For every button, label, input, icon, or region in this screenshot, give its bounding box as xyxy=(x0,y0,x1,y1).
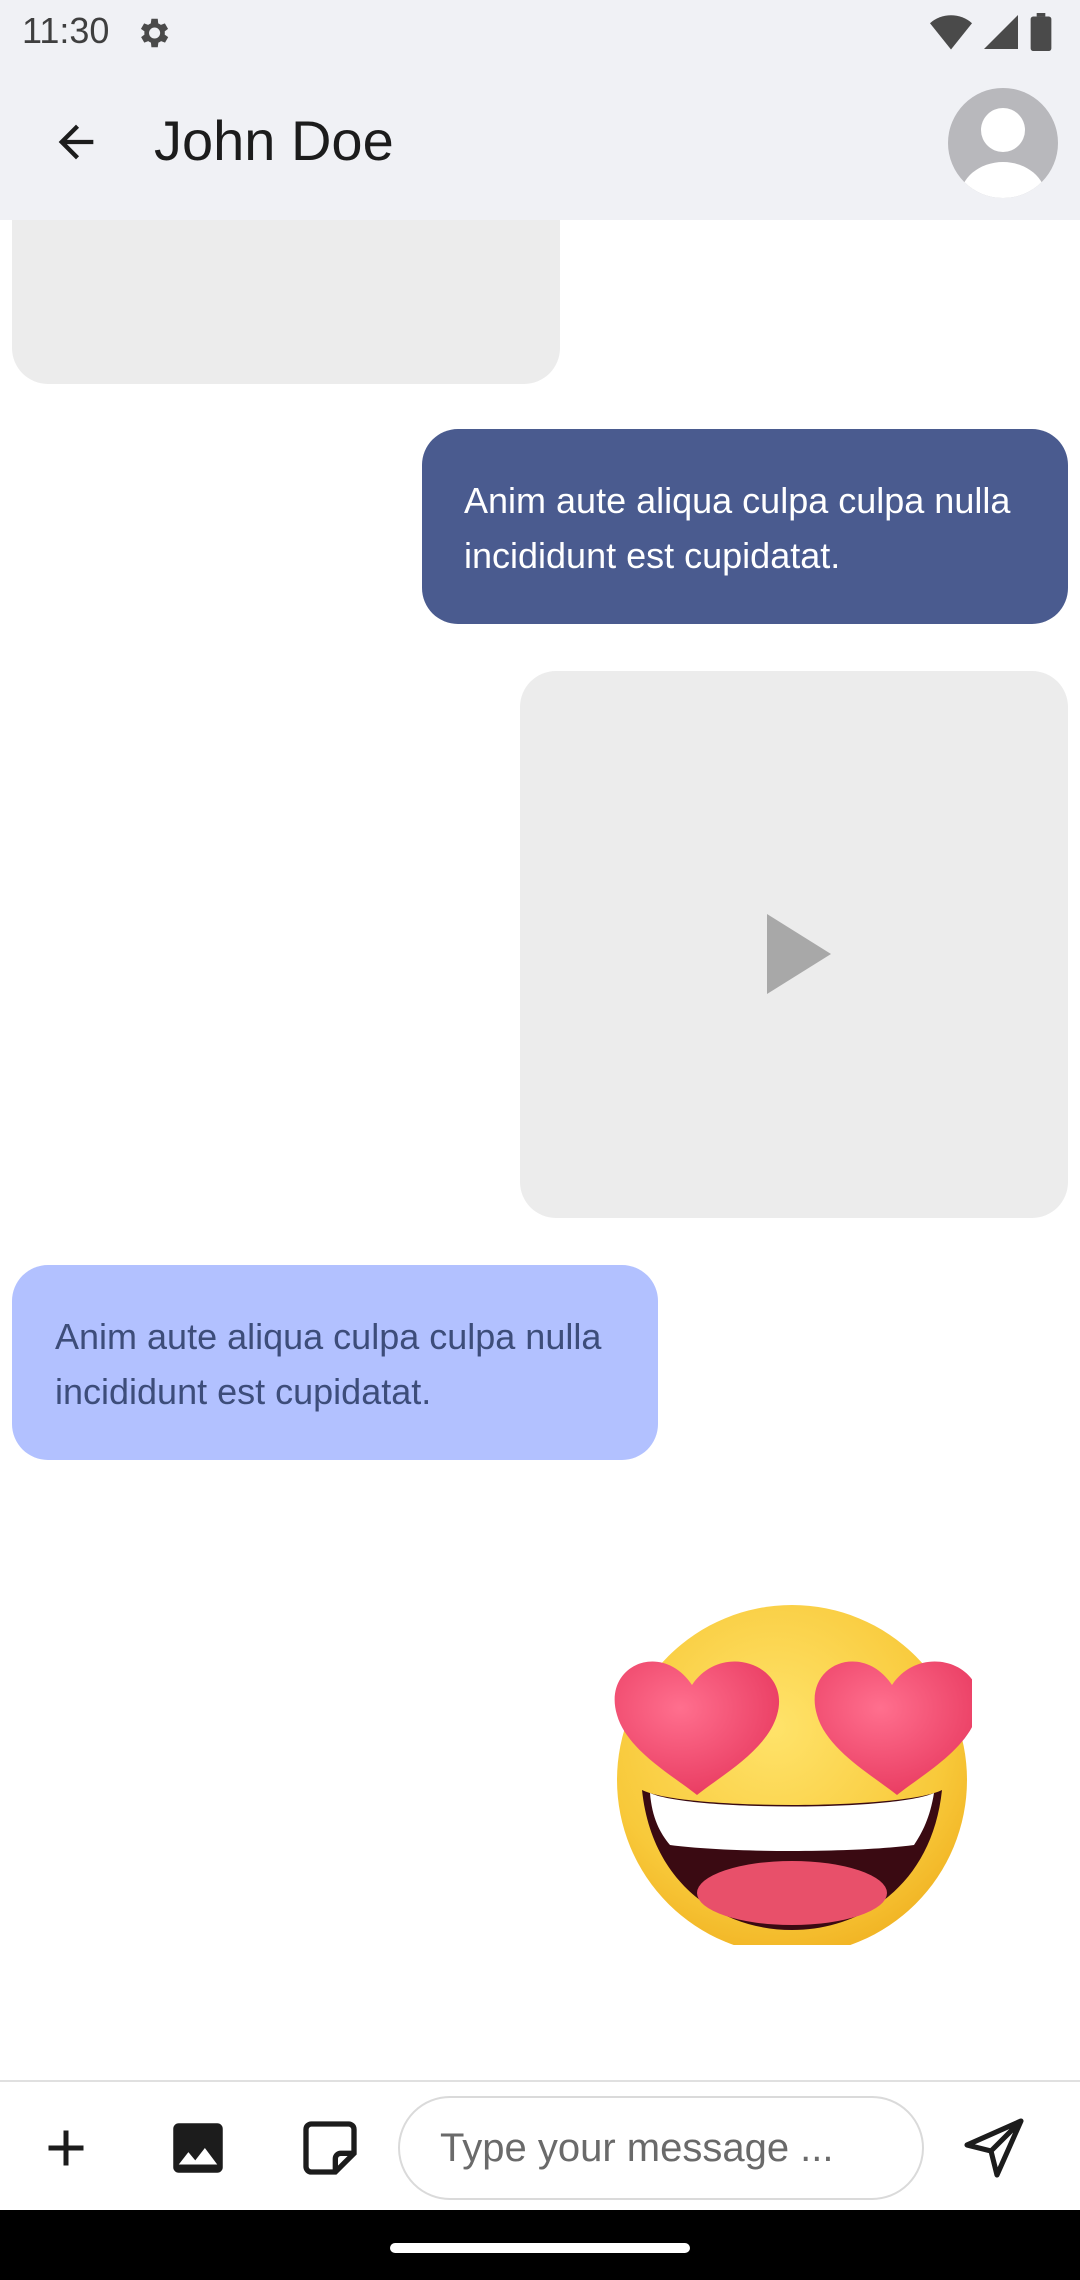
person-avatar-icon xyxy=(960,108,1046,198)
navigation-bar xyxy=(0,2210,1080,2280)
message-input[interactable] xyxy=(398,2096,924,2200)
status-bar: 11:30 xyxy=(0,0,1080,66)
send-icon xyxy=(964,2118,1024,2178)
add-button[interactable] xyxy=(30,2112,102,2184)
outgoing-message[interactable]: Anim aute aliqua culpa culpa nulla incid… xyxy=(422,429,1068,624)
message-list[interactable]: Anim aute aliqua culpa culpa nulla incid… xyxy=(0,220,1080,2080)
play-icon[interactable] xyxy=(767,914,831,994)
home-handle[interactable] xyxy=(390,2243,690,2253)
back-button[interactable] xyxy=(44,110,108,174)
image-message[interactable] xyxy=(12,220,560,384)
avatar[interactable] xyxy=(948,88,1058,198)
message-text: Anim aute aliqua culpa culpa nulla incid… xyxy=(464,480,1011,576)
sticker-icon xyxy=(303,2121,357,2175)
page-title: John Doe xyxy=(154,109,394,172)
app-bar: John Doe xyxy=(0,66,1080,220)
incoming-message[interactable]: Anim aute aliqua culpa culpa nulla incid… xyxy=(12,1265,658,1460)
status-time: 11:30 xyxy=(22,10,110,51)
wifi-icon xyxy=(930,15,972,50)
heart-eyes-emoji-icon[interactable] xyxy=(612,1585,972,1945)
image-icon xyxy=(173,2123,223,2173)
signal-icon xyxy=(984,15,1018,49)
gear-icon xyxy=(140,18,169,48)
message-text: Anim aute aliqua culpa culpa nulla incid… xyxy=(55,1316,602,1412)
image-button[interactable] xyxy=(162,2112,234,2184)
video-message[interactable] xyxy=(520,671,1068,1218)
sticker-button[interactable] xyxy=(294,2112,366,2184)
send-button[interactable] xyxy=(958,2112,1030,2184)
battery-icon xyxy=(1030,13,1052,51)
plus-icon xyxy=(48,2130,84,2166)
arrow-back-icon xyxy=(58,124,94,160)
status-icons xyxy=(930,12,1052,52)
input-bar xyxy=(0,2080,1080,2212)
